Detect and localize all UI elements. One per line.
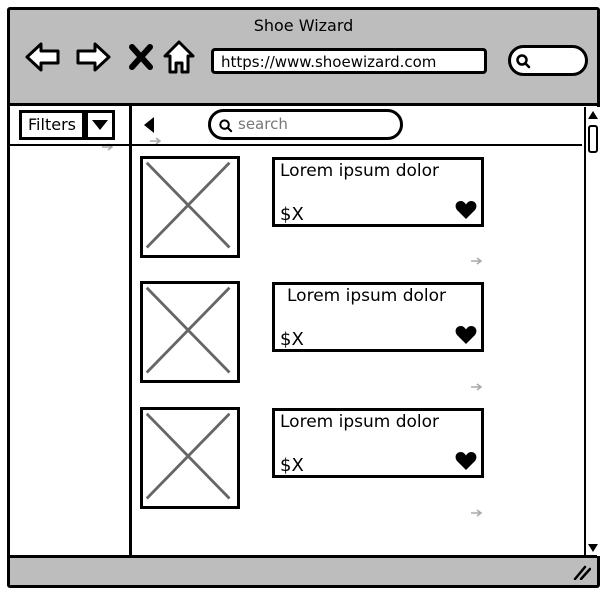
product-price: $X bbox=[280, 455, 304, 476]
product-name: Lorem ipsum dolor bbox=[287, 286, 447, 306]
main-header-divider bbox=[132, 144, 582, 146]
search-icon bbox=[516, 54, 531, 69]
product-price: $X bbox=[280, 204, 304, 225]
heart-icon[interactable] bbox=[455, 200, 477, 220]
product-card[interactable]: Lorem ipsum dolor $X bbox=[272, 157, 484, 227]
browser-search-button[interactable] bbox=[508, 45, 588, 76]
product-name: Lorem ipsum dolor bbox=[280, 161, 440, 181]
arrow-right-icon bbox=[471, 250, 483, 265]
scroll-up-icon[interactable] bbox=[587, 109, 599, 121]
triangle-down-icon bbox=[92, 120, 108, 130]
resize-grip-icon[interactable] bbox=[573, 564, 591, 580]
search-icon bbox=[219, 119, 233, 133]
product-image-placeholder[interactable] bbox=[140, 407, 240, 509]
browser-window: Shoe Wizard https://www.shoewizard.com F… bbox=[7, 7, 600, 588]
url-input[interactable]: https://www.shoewizard.com bbox=[211, 48, 487, 74]
product-price: $X bbox=[280, 329, 304, 350]
product-image-placeholder[interactable] bbox=[140, 281, 240, 383]
window-title: Shoe Wizard bbox=[253, 16, 354, 35]
title-bar: Shoe Wizard https://www.shoewizard.com bbox=[10, 10, 597, 106]
scroll-thumb[interactable] bbox=[588, 125, 598, 153]
product-card[interactable]: Lorem ipsum dolor $X bbox=[272, 282, 484, 352]
heart-icon[interactable] bbox=[455, 451, 477, 471]
scroll-down-icon[interactable] bbox=[587, 542, 599, 554]
arrow-right-icon bbox=[150, 130, 162, 145]
arrow-right-icon bbox=[471, 502, 483, 517]
vertical-scrollbar[interactable] bbox=[584, 107, 600, 556]
stop-icon[interactable] bbox=[127, 38, 155, 76]
forward-arrow-icon[interactable] bbox=[74, 38, 112, 76]
sidebar-divider bbox=[129, 106, 132, 556]
back-arrow-icon[interactable] bbox=[24, 38, 62, 76]
product-card[interactable]: Lorem ipsum dolor $X bbox=[272, 408, 484, 478]
product-name: Lorem ipsum dolor bbox=[280, 412, 440, 432]
filters-button[interactable]: Filters bbox=[19, 110, 85, 140]
product-search-input[interactable]: search bbox=[208, 109, 403, 140]
arrow-right-icon bbox=[471, 376, 483, 391]
status-bar bbox=[10, 555, 597, 585]
product-image-placeholder[interactable] bbox=[140, 156, 240, 258]
search-placeholder: search bbox=[238, 115, 288, 133]
home-icon[interactable] bbox=[162, 38, 196, 76]
sidebar-divider-line bbox=[10, 144, 129, 146]
heart-icon[interactable] bbox=[455, 325, 477, 345]
arrow-right-icon bbox=[102, 136, 114, 151]
